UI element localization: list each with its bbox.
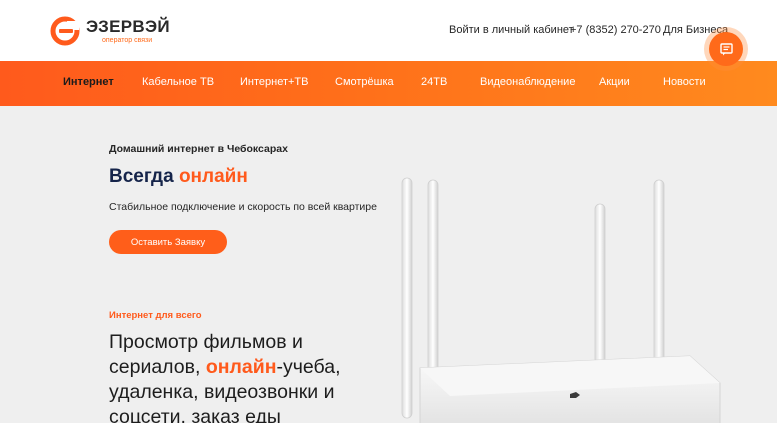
hero-title-accent: онлайн	[178, 166, 248, 187]
nav-item-promotions[interactable]: Акции	[599, 76, 630, 88]
site-header: ЭЗЕРВЭЙ оператор связи Войти в личный ка…	[0, 0, 777, 61]
login-link[interactable]: Войти в личный кабинет	[449, 24, 574, 36]
hero-subtitle: Домашний интернет в Чебоксарах	[109, 143, 288, 155]
section-text: Просмотр фильмов и сериалов, онлайн-учеб…	[109, 330, 399, 423]
section-text-accent: онлайн	[205, 356, 277, 378]
chat-icon	[719, 42, 733, 55]
chat-button[interactable]	[709, 32, 743, 66]
phone-link[interactable]: +7 (8352) 270-270	[570, 24, 661, 36]
nav-item-internet[interactable]: Интернет	[63, 76, 114, 88]
hero-description: Стабильное подключение и скорость по все…	[109, 201, 377, 213]
brand-name: ЭЗЕРВЭЙ	[86, 16, 170, 36]
logo-icon	[50, 16, 80, 46]
nav-item-video-surveillance[interactable]: Видеонаблюдение	[480, 76, 575, 88]
brand-logo[interactable]: ЭЗЕРВЭЙ оператор связи	[50, 14, 170, 48]
main-nav: Интернет Кабельное ТВ Интернет+ТВ Смотрё…	[0, 61, 777, 106]
nav-item-24tv[interactable]: 24ТВ	[421, 76, 447, 88]
hero-title: Всегда онлайн	[109, 166, 248, 188]
hero-title-main: Всегда	[109, 166, 179, 187]
nav-item-cable-tv[interactable]: Кабельное ТВ	[142, 76, 214, 88]
section-label: Интернет для всего	[109, 310, 202, 321]
request-button[interactable]: Оставить Заявку	[109, 230, 227, 254]
nav-item-news[interactable]: Новости	[663, 76, 706, 88]
brand-tagline: оператор связи	[102, 36, 153, 44]
wifi-router-image	[390, 168, 730, 423]
nav-item-smotreshka[interactable]: Смотрёшка	[335, 76, 394, 88]
nav-item-internet-tv[interactable]: Интернет+ТВ	[240, 76, 308, 88]
